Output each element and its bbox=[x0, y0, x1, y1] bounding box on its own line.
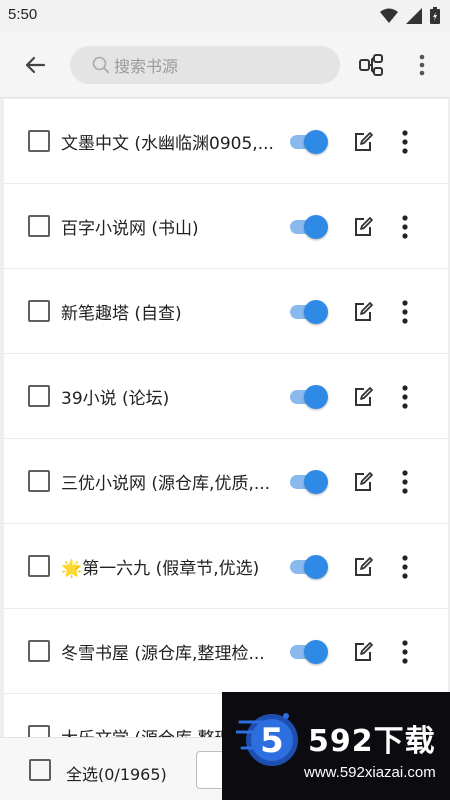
enable-switch[interactable] bbox=[288, 129, 328, 155]
enable-switch[interactable] bbox=[288, 639, 328, 665]
source-row[interactable]: 百字小说网 (书山) bbox=[4, 184, 448, 269]
watermark-overlay: 5 592下载 www.592xiazai.com bbox=[222, 692, 450, 800]
source-checkbox[interactable] bbox=[28, 725, 50, 737]
more-vert-icon[interactable] bbox=[399, 214, 411, 240]
source-checkbox[interactable] bbox=[28, 300, 50, 322]
source-row[interactable]: 冬雪书屋 (源仓库,整理检... bbox=[4, 609, 448, 694]
source-checkbox[interactable] bbox=[28, 640, 50, 662]
select-all-checkbox[interactable] bbox=[29, 759, 51, 781]
source-checkbox[interactable] bbox=[28, 385, 50, 407]
source-list-card: 文墨中文 (水幽临渊0905,... 百字小说网 (书山) 新笔趣塔 (自查) … bbox=[4, 99, 448, 737]
more-vert-icon[interactable] bbox=[399, 639, 411, 665]
more-vert-icon[interactable] bbox=[399, 299, 411, 325]
search-icon bbox=[92, 56, 110, 74]
source-name: 新笔趣塔 (自查) bbox=[61, 304, 182, 324]
signal-icon bbox=[406, 7, 422, 24]
status-time: 5:50 bbox=[8, 6, 38, 23]
enable-switch[interactable] bbox=[288, 384, 328, 410]
source-checkbox[interactable] bbox=[28, 130, 50, 152]
edit-icon[interactable] bbox=[351, 640, 375, 664]
edit-icon[interactable] bbox=[351, 215, 375, 239]
source-row[interactable]: 文墨中文 (水幽临渊0905,... bbox=[4, 99, 448, 184]
source-checkbox[interactable] bbox=[28, 470, 50, 492]
enable-switch[interactable] bbox=[288, 214, 328, 240]
enable-switch[interactable] bbox=[288, 299, 328, 325]
search-input[interactable]: 搜索书源 bbox=[70, 46, 340, 84]
battery-icon bbox=[430, 7, 440, 24]
edit-icon[interactable] bbox=[351, 300, 375, 324]
source-row[interactable]: 三优小说网 (源仓库,优质,... bbox=[4, 439, 448, 524]
watermark-logo-text: 5 bbox=[260, 721, 284, 761]
source-checkbox[interactable] bbox=[28, 215, 50, 237]
arrow-left-icon bbox=[25, 56, 46, 74]
toolbar: 搜索书源 bbox=[0, 32, 450, 98]
group-button[interactable] bbox=[354, 48, 388, 82]
watermark-url: www.592xiazai.com bbox=[304, 764, 436, 781]
status-icons bbox=[380, 7, 440, 24]
source-name: 39小说 (论坛) bbox=[61, 389, 170, 409]
select-all-label[interactable]: 全选(0/1965) bbox=[66, 761, 167, 785]
source-name: 🌟第一六九 (假章节,优选) bbox=[61, 559, 260, 579]
search-placeholder: 搜索书源 bbox=[114, 57, 179, 76]
more-vert-icon bbox=[419, 54, 425, 76]
watermark-title: 592下载 bbox=[308, 724, 436, 759]
back-button[interactable] bbox=[18, 48, 52, 82]
source-name: 文墨中文 (水幽临渊0905,... bbox=[61, 134, 274, 154]
enable-switch[interactable] bbox=[288, 554, 328, 580]
watermark-logo: 5 bbox=[236, 713, 298, 766]
source-checkbox[interactable] bbox=[28, 555, 50, 577]
edit-icon[interactable] bbox=[351, 470, 375, 494]
more-vert-icon[interactable] bbox=[399, 384, 411, 410]
edit-icon[interactable] bbox=[351, 385, 375, 409]
source-name: 三优小说网 (源仓库,优质,... bbox=[61, 474, 271, 494]
edit-icon[interactable] bbox=[351, 130, 375, 154]
more-vert-icon[interactable] bbox=[399, 469, 411, 495]
more-vert-icon[interactable] bbox=[399, 554, 411, 580]
source-row[interactable]: 新笔趣塔 (自查) bbox=[4, 269, 448, 354]
group-icon bbox=[359, 54, 383, 76]
wifi-icon bbox=[380, 8, 398, 23]
source-name: 百字小说网 (书山) bbox=[61, 219, 199, 239]
status-bar: 5:50 bbox=[0, 0, 450, 32]
source-list[interactable]: 文墨中文 (水幽临渊0905,... 百字小说网 (书山) 新笔趣塔 (自查) … bbox=[0, 99, 450, 737]
source-row[interactable]: 39小说 (论坛) bbox=[4, 354, 448, 439]
edit-icon[interactable] bbox=[351, 555, 375, 579]
source-row[interactable]: 🌟第一六九 (假章节,优选) bbox=[4, 524, 448, 609]
more-menu-button[interactable] bbox=[410, 48, 434, 82]
more-vert-icon[interactable] bbox=[399, 129, 411, 155]
source-name: 冬雪书屋 (源仓库,整理检... bbox=[61, 644, 265, 664]
enable-switch[interactable] bbox=[288, 469, 328, 495]
